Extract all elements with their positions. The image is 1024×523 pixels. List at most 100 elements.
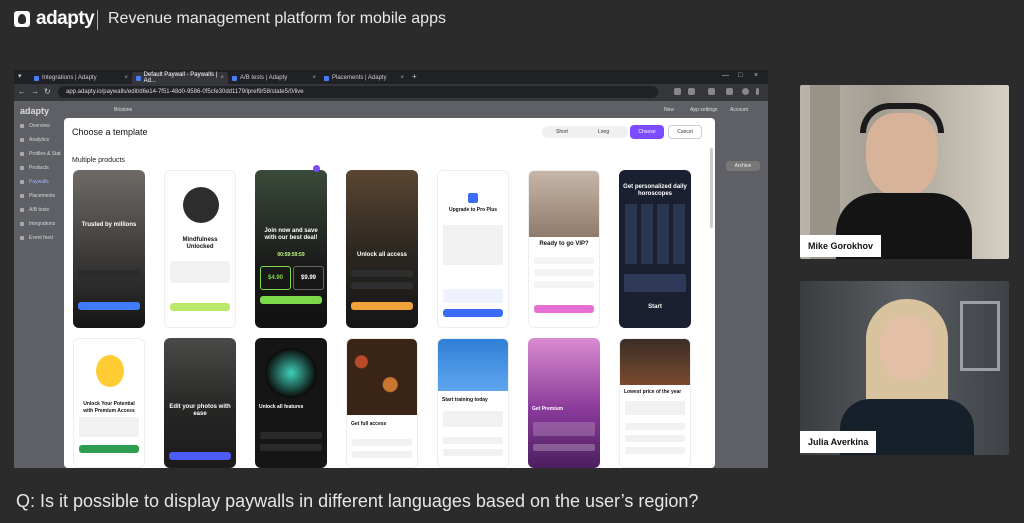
- template-title: Join now and save with our best deal!: [264, 228, 318, 241]
- adapty-favicon-icon: [324, 75, 329, 81]
- template-card[interactable]: Trusted by millions: [73, 170, 145, 328]
- template-card[interactable]: Ready to go VIP?: [528, 170, 600, 328]
- feature-list: [79, 417, 139, 437]
- template-card[interactable]: Lowest price of the year: [619, 338, 691, 468]
- sidebar-item-ab-tests[interactable]: A/B tests: [14, 203, 64, 217]
- pro-badge-icon: [468, 193, 478, 203]
- scrollbar[interactable]: [710, 148, 713, 228]
- template-card[interactable]: Edit your photos with ease: [164, 338, 236, 468]
- choose-button[interactable]: Choose: [630, 125, 664, 139]
- background-window: [960, 301, 1000, 371]
- bookmark-star-icon[interactable]: [688, 88, 695, 95]
- new-link[interactable]: New: [664, 107, 674, 113]
- feature-list: [533, 422, 595, 436]
- template-title: Trusted by millions: [81, 222, 137, 228]
- zodiac-grid: [625, 204, 685, 264]
- back-icon[interactable]: ←: [18, 87, 26, 96]
- tab-ab-tests[interactable]: A/B tests | Adapty ×: [228, 72, 320, 84]
- template-title: Get Premium: [532, 406, 564, 412]
- template-card[interactable]: Unlock Your Potential with Premium Acces…: [73, 338, 145, 468]
- sidebar-item-event-feed[interactable]: Event feed: [14, 231, 64, 245]
- template-card[interactable]: Get full access: [346, 338, 418, 468]
- review-box: [170, 261, 230, 283]
- reload-icon[interactable]: ↻: [44, 87, 51, 96]
- sidebar: Overview Analytics Profiles & Stat Produ…: [14, 119, 64, 245]
- tab-placements[interactable]: Placements | Adapty ×: [320, 72, 408, 84]
- template-card[interactable]: Unlock all access: [346, 170, 418, 328]
- zoom-icon[interactable]: [674, 88, 681, 95]
- download-icon[interactable]: [726, 88, 733, 95]
- microphone-photo: [620, 339, 690, 385]
- adapty-logo: adapty: [14, 8, 95, 30]
- price-option: $9.99: [293, 266, 324, 290]
- template-title: Unlock all access: [356, 252, 408, 258]
- template-card[interactable]: Unlock all features: [255, 338, 327, 468]
- template-card[interactable]: Join now and save with our best deal! 00…: [255, 170, 327, 328]
- template-cta: Start: [648, 304, 662, 310]
- sidebar-item-integrations[interactable]: Integrations: [14, 217, 64, 231]
- adapty-logo-icon: [14, 11, 30, 27]
- presentation-header: adapty Revenue management platform for m…: [0, 0, 1024, 40]
- tab-integrations[interactable]: Integrations | Adapty ×: [30, 72, 132, 84]
- modal-title: Choose a template: [72, 127, 148, 137]
- long-option[interactable]: Long: [598, 126, 609, 138]
- plan-option: [624, 274, 686, 292]
- template-title: Ready to go VIP?: [539, 241, 589, 247]
- close-window-icon[interactable]: ×: [754, 72, 758, 79]
- template-cta: [78, 302, 140, 310]
- plan-option: [260, 432, 322, 439]
- feature-list: [625, 401, 685, 415]
- tab-search-icon[interactable]: ▾: [18, 72, 22, 80]
- plan-option: [352, 451, 412, 458]
- selected-check-icon: [313, 165, 320, 172]
- template-card[interactable]: Mindfulness Unlocked: [164, 170, 236, 328]
- meditation-illustration: [183, 187, 219, 223]
- plan-option: [260, 444, 322, 451]
- short-option[interactable]: Short: [556, 126, 568, 138]
- length-toggle: Short Long: [542, 126, 628, 138]
- plan-option: [351, 270, 413, 277]
- new-tab-icon[interactable]: +: [412, 72, 417, 81]
- template-card[interactable]: Get personalized daily horoscopes Start: [619, 170, 691, 328]
- url-field[interactable]: app.adapty.io/paywalls/edit/d6e14-7f51-4…: [58, 86, 658, 98]
- archive-button[interactable]: Archive: [726, 161, 760, 171]
- webcam-feed-mike: Mike Gorokhov: [800, 85, 1009, 259]
- template-title: Unlock Your Potential with Premium Acces…: [83, 401, 135, 414]
- template-card[interactable]: Start training today: [437, 338, 509, 468]
- sidebar-item-overview[interactable]: Overview: [14, 119, 64, 133]
- sidebar-item-products[interactable]: Products: [14, 161, 64, 175]
- sidebar-item-profiles[interactable]: Profiles & Stat: [14, 147, 64, 161]
- template-title: Edit your photos with ease: [169, 404, 231, 417]
- template-title: Mindfulness Unlocked: [182, 237, 218, 250]
- choose-template-modal: Choose a template Short Long Choose Canc…: [64, 118, 715, 468]
- minimize-icon[interactable]: —: [722, 72, 729, 79]
- template-card[interactable]: Get Premium: [528, 338, 600, 468]
- menu-kebab-icon[interactable]: [756, 88, 759, 95]
- profile-avatar-icon[interactable]: [742, 88, 749, 95]
- sidebar-item-analytics[interactable]: Analytics: [14, 133, 64, 147]
- app-settings-link[interactable]: App settings: [690, 107, 718, 113]
- tab-default-paywall[interactable]: Default Paywall - Paywalls | Ad... ×: [132, 72, 228, 84]
- abstract-illustration: [265, 348, 317, 398]
- account-link[interactable]: Account: [730, 107, 748, 113]
- forward-icon[interactable]: →: [31, 87, 39, 96]
- feature-list: [443, 411, 503, 427]
- project-selector[interactable]: Bristone: [114, 107, 132, 113]
- tab-strip: ▾ Integrations | Adapty × Default Paywall…: [14, 70, 768, 84]
- extensions-icon[interactable]: [708, 88, 715, 95]
- cancel-button[interactable]: Cancel: [668, 125, 702, 139]
- maximize-icon[interactable]: □: [738, 72, 742, 79]
- template-card[interactable]: Upgrade to Pro Plus: [437, 170, 509, 328]
- sidebar-item-paywalls[interactable]: Paywalls: [14, 175, 64, 189]
- close-tab-icon[interactable]: ×: [400, 75, 404, 81]
- adapty-favicon-icon: [34, 75, 39, 81]
- sidebar-item-placements[interactable]: Placements: [14, 189, 64, 203]
- close-tab-icon[interactable]: ×: [124, 75, 128, 81]
- plan-option: [625, 435, 685, 442]
- close-tab-icon[interactable]: ×: [312, 75, 316, 81]
- close-tab-icon[interactable]: ×: [220, 75, 224, 81]
- header-divider: [97, 10, 98, 30]
- browser-window: ▾ Integrations | Adapty × Default Paywall…: [14, 70, 768, 468]
- dashboard-logo[interactable]: adapty: [20, 106, 49, 116]
- plan-option: [625, 447, 685, 454]
